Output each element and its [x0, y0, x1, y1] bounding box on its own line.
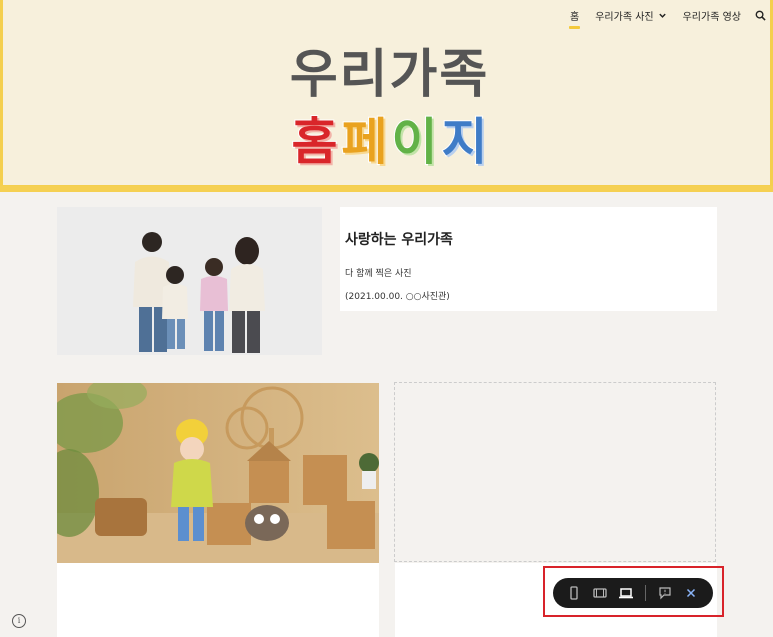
empty-image-placeholder: [394, 382, 716, 562]
nav-item-home-label: 홈: [570, 12, 580, 23]
site-title-line2: 홈페이지: [3, 102, 773, 174]
nav-item-family-photos-label: 우리가족 사진: [595, 12, 654, 23]
child-photo-caption-area: [57, 563, 379, 637]
toolbar-divider: [645, 585, 646, 601]
nav-item-family-videos[interactable]: 우리가족 영상: [683, 8, 741, 23]
tablet-preview-icon[interactable]: [587, 578, 613, 608]
nav-item-family-photos[interactable]: 우리가족 사진: [595, 8, 666, 23]
feedback-icon[interactable]: [652, 578, 678, 608]
nav-item-home[interactable]: 홈: [568, 8, 581, 29]
card-title: 사랑하는 우리가족: [345, 232, 453, 248]
card-description: 다 함께 찍은 사진: [345, 269, 412, 279]
laptop-preview-icon[interactable]: [613, 578, 639, 608]
close-icon[interactable]: [678, 578, 704, 608]
phone-preview-icon[interactable]: [561, 578, 587, 608]
child-photo: [57, 383, 379, 563]
top-navigation: 홈 우리가족 사진 우리가족 영상: [554, 8, 766, 29]
header-bottom-border: [0, 186, 773, 192]
search-icon[interactable]: [755, 10, 766, 21]
text-card: 사랑하는 우리가족 다 함께 찍은 사진 (2021.00.00. ○○사진관): [340, 207, 717, 311]
card-caption: (2021.00.00. ○○사진관): [345, 292, 450, 302]
site-title-line1: 우리가족: [289, 45, 490, 105]
info-icon[interactable]: i: [12, 614, 26, 628]
chevron-down-icon[interactable]: [658, 11, 667, 20]
nav-item-family-videos-label: 우리가족 영상: [682, 12, 741, 23]
family-photo: [57, 207, 322, 355]
preview-toolbar: [553, 578, 713, 608]
title-char-1: 홈: [291, 112, 339, 172]
site-header: 홈 우리가족 사진 우리가족 영상 우리가족 홈페이지: [0, 0, 773, 188]
title-char-2: 페: [341, 112, 389, 172]
title-char-3: 이: [391, 112, 439, 172]
title-char-4: 지: [441, 112, 489, 172]
